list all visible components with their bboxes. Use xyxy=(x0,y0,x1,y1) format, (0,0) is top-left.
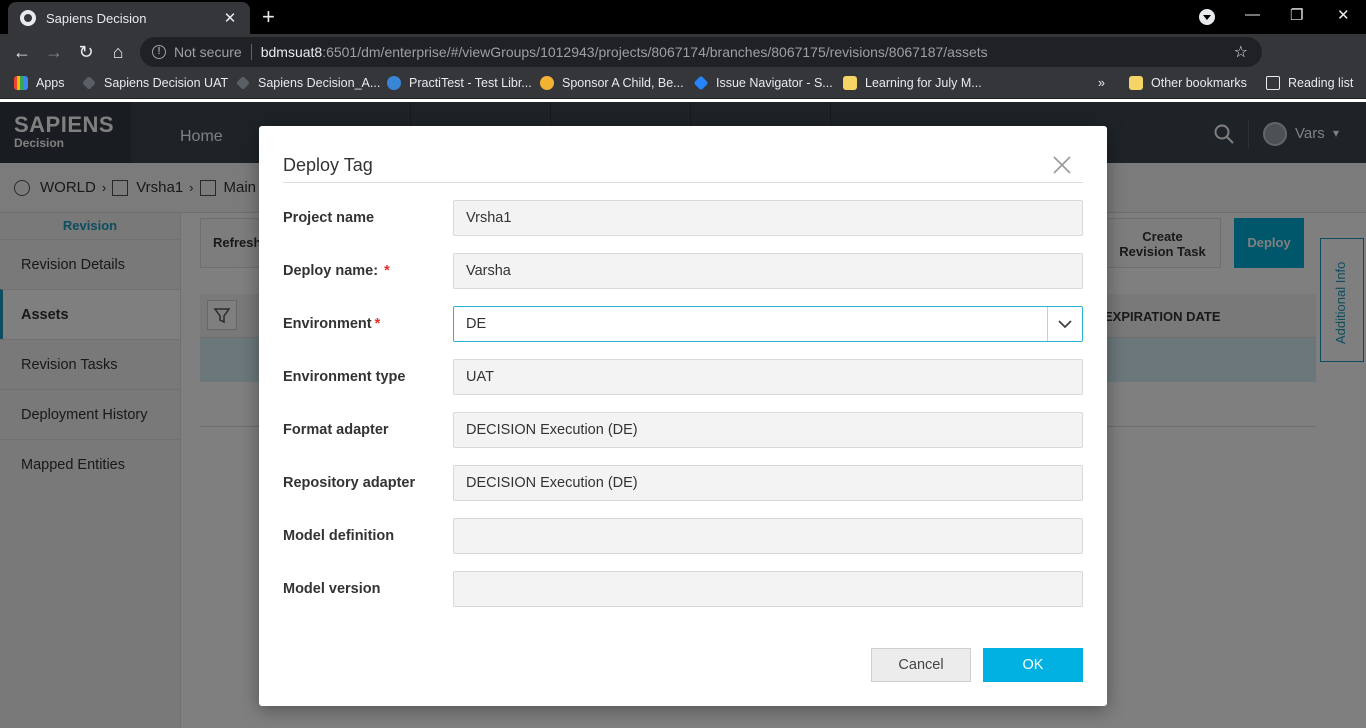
bookmark-apps[interactable]: Apps xyxy=(14,76,65,90)
model-definition-field xyxy=(453,518,1083,554)
deploy-name-label: Deploy name: xyxy=(283,263,379,279)
tab-search-icon[interactable] xyxy=(1199,9,1215,25)
more-bookmarks-icon[interactable]: » xyxy=(1098,76,1105,90)
url-host: bdmsuat8 xyxy=(260,44,323,60)
repository-adapter-field: DECISION Execution (DE) xyxy=(453,465,1083,501)
sapiens-favicon-icon xyxy=(82,76,96,90)
back-icon[interactable]: ← xyxy=(10,40,34,64)
close-icon[interactable] xyxy=(1049,152,1075,178)
format-adapter-field: DECISION Execution (DE) xyxy=(453,412,1083,448)
other-bookmarks[interactable]: Other bookmarks xyxy=(1129,76,1247,90)
restore-icon[interactable]: ❐ xyxy=(1290,6,1303,24)
model-definition-label: Model definition xyxy=(283,528,395,544)
environment-type-label: Environment type xyxy=(283,369,406,385)
environment-select[interactable]: DE xyxy=(453,306,1083,342)
browser-tab-bar: Sapiens Decision ✕ + — ❐ ✕ xyxy=(0,0,1366,34)
bookmarks-bar: Apps Sapiens Decision UAT Sapiens Decisi… xyxy=(0,70,1366,99)
bookmark-sapiens-a[interactable]: Sapiens Decision_A... xyxy=(236,76,380,90)
project-name-label: Project name xyxy=(283,210,375,226)
folder-icon xyxy=(1129,76,1143,90)
new-tab-icon[interactable]: + xyxy=(262,6,275,28)
model-version-label: Model version xyxy=(283,581,381,597)
model-version-field xyxy=(453,571,1083,607)
bookmark-sapiens-uat[interactable]: Sapiens Decision UAT xyxy=(82,76,228,90)
field-model-definition: Model definition xyxy=(283,518,1083,554)
field-model-version: Model version xyxy=(283,571,1083,607)
bookmark-practitest[interactable]: PractiTest - Test Libr... xyxy=(387,76,532,90)
field-project-name: Project name Vrsha1 xyxy=(283,200,1083,236)
field-environment: Environment * DE xyxy=(283,306,1083,342)
environment-label: Environment xyxy=(283,316,372,332)
reload-icon[interactable]: ↻ xyxy=(74,40,98,64)
browser-toolbar: ← → ↻ ⌂ ! Not secure bdmsuat8 :6501/dm/e… xyxy=(0,34,1366,95)
field-environment-type: Environment type UAT xyxy=(283,359,1083,395)
forward-icon[interactable]: → xyxy=(42,40,66,64)
dialog-title: Deploy Tag xyxy=(283,155,373,175)
jira-favicon-icon xyxy=(693,75,709,91)
bookmark-sponsor-child[interactable]: Sponsor A Child, Be... xyxy=(540,76,684,90)
format-adapter-label: Format adapter xyxy=(283,422,389,438)
url-path: :6501/dm/enterprise/#/viewGroups/1012943… xyxy=(322,44,988,60)
cancel-button[interactable]: Cancel xyxy=(871,648,971,682)
practitest-favicon-icon xyxy=(387,76,401,90)
home-icon[interactable]: ⌂ xyxy=(106,40,130,64)
sapiens-favicon-icon xyxy=(236,76,250,90)
folder-icon xyxy=(843,76,857,90)
field-repository-adapter: Repository adapter DECISION Execution (D… xyxy=(283,465,1083,501)
browser-tab[interactable]: Sapiens Decision ✕ xyxy=(8,2,250,34)
environment-selected-value: DE xyxy=(466,316,487,332)
deploy-tag-dialog: Deploy Tag Project name Vrsha1 Deploy na… xyxy=(259,126,1107,706)
environment-type-field: UAT xyxy=(453,359,1083,395)
reading-list-icon xyxy=(1266,76,1280,90)
field-deploy-name: Deploy name: * Varsha xyxy=(283,253,1083,289)
bookmark-star-icon[interactable]: ☆ xyxy=(1234,42,1248,62)
deploy-name-input[interactable]: Varsha xyxy=(453,253,1083,289)
required-marker: * xyxy=(384,263,390,279)
required-marker: * xyxy=(374,316,381,332)
field-format-adapter: Format adapter DECISION Execution (DE) xyxy=(283,412,1083,448)
tab-title: Sapiens Decision xyxy=(46,10,147,26)
bookmark-learning[interactable]: Learning for July M... xyxy=(843,76,982,90)
ok-button[interactable]: OK xyxy=(983,648,1083,682)
address-bar[interactable]: ! Not secure bdmsuat8 :6501/dm/enterpris… xyxy=(140,37,1262,67)
not-secure-icon: ! xyxy=(152,45,166,59)
not-secure-label: Not secure xyxy=(174,44,242,60)
chevron-down-icon[interactable] xyxy=(1054,315,1076,333)
reading-list[interactable]: Reading list xyxy=(1266,76,1353,90)
minimize-icon[interactable]: — xyxy=(1245,6,1260,23)
close-window-icon[interactable]: ✕ xyxy=(1337,6,1350,24)
project-name-field: Vrsha1 xyxy=(453,200,1083,236)
apps-grid-icon xyxy=(14,76,28,90)
tab-favicon-icon xyxy=(20,10,36,26)
tab-close-icon[interactable]: ✕ xyxy=(222,9,238,27)
bookmark-issue-navigator[interactable]: Issue Navigator - S... xyxy=(693,75,833,91)
repository-adapter-label: Repository adapter xyxy=(283,475,416,491)
worldvision-favicon-icon xyxy=(540,76,554,90)
